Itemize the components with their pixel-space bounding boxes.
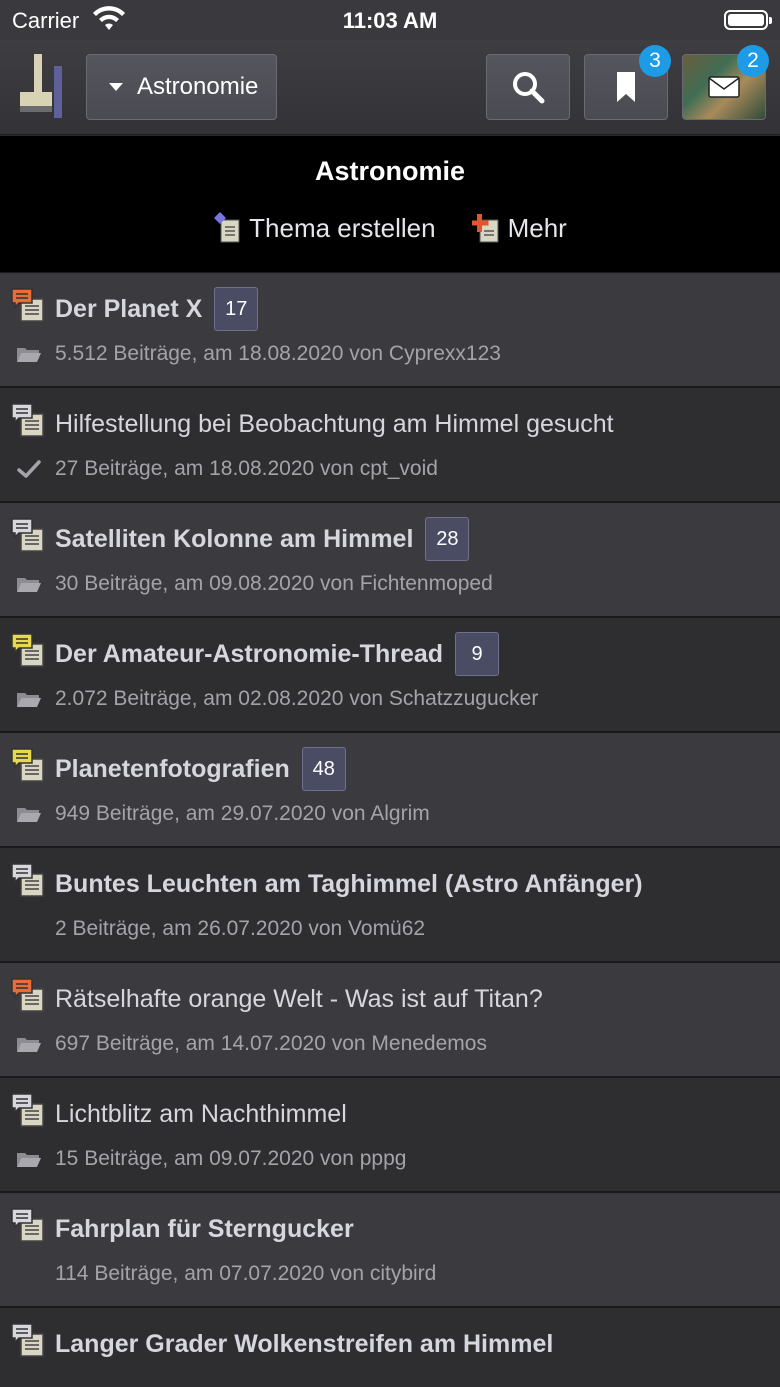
thread-meta-row: 15 Beiträge, am 09.07.2020 von pppg <box>16 1144 766 1174</box>
thread-meta-row: 697 Beiträge, am 14.07.2020 von Menedemo… <box>16 1029 766 1059</box>
clock: 11:03 AM <box>342 8 438 33</box>
more-button[interactable]: Mehr <box>471 212 567 244</box>
messages-avatar-button[interactable]: 2 <box>682 45 769 120</box>
thread-meta-row: 30 Beiträge, am 09.08.2020 von Fichtenmo… <box>16 569 766 599</box>
thread-bubble-icon <box>11 1323 44 1357</box>
bookmarks-badge: 3 <box>639 45 671 77</box>
thread-meta: 30 Beiträge, am 09.08.2020 von Fichtenmo… <box>55 572 493 595</box>
more-plus-icon <box>471 214 499 243</box>
thread-title-row: Rätselhafte orange Welt - Was ist auf Ti… <box>55 977 766 1021</box>
folder-icon <box>17 578 41 592</box>
thread-bubble-icon <box>11 863 44 897</box>
thread-title-row: Satelliten Kolonne am Himmel 28 <box>55 517 766 561</box>
create-topic-button[interactable]: Thema erstellen <box>213 212 436 244</box>
search-button[interactable] <box>486 54 570 120</box>
new-posts-badge[interactable]: 17 <box>214 287 259 331</box>
thread-meta-row: 2 Beiträge, am 26.07.2020 von Vomü62 <box>16 914 766 944</box>
caret-down-icon <box>109 83 123 91</box>
thread-row[interactable]: Planetenfotografien 48 949 Beiträge, am … <box>0 732 780 847</box>
thread-meta-row: 2.072 Beiträge, am 02.08.2020 von Schatz… <box>16 684 766 714</box>
thread-meta: 114 Beiträge, am 07.07.2020 von citybird <box>55 1262 437 1285</box>
thread-bubble-icon <box>11 748 44 782</box>
thread-meta: 697 Beiträge, am 14.07.2020 von Menedemo… <box>55 1032 487 1055</box>
thread-row[interactable]: Der Planet X 17 5.512 Beiträge, am 18.08… <box>0 272 780 387</box>
thread-title[interactable]: Rätselhafte orange Welt - Was ist auf Ti… <box>55 985 543 1014</box>
navigation-bar: Astronomie 3 2 <box>0 40 780 135</box>
thread-row[interactable]: Lichtblitz am Nachthimmel 15 Beiträge, a… <box>0 1077 780 1192</box>
thread-meta-row: 114 Beiträge, am 07.07.2020 von citybird <box>16 1259 766 1289</box>
thread-bubble-icon <box>11 978 44 1012</box>
thread-bubble-icon <box>11 1093 44 1127</box>
thread-meta: 27 Beiträge, am 18.08.2020 von cpt_void <box>55 457 438 480</box>
forum-selector-button[interactable]: Astronomie <box>86 54 277 120</box>
thread-row[interactable]: Buntes Leuchten am Taghimmel (Astro Anfä… <box>0 847 780 962</box>
thread-meta: 2.072 Beiträge, am 02.08.2020 von Schatz… <box>55 687 539 710</box>
thread-meta: 949 Beiträge, am 29.07.2020 von Algrim <box>55 802 430 825</box>
thread-row[interactable]: Satelliten Kolonne am Himmel 28 30 Beitr… <box>0 502 780 617</box>
forum-header: Astronomie Thema erstellen Mehr <box>0 136 780 272</box>
folder-icon <box>17 348 41 362</box>
thread-title[interactable]: Der Planet X <box>55 295 202 324</box>
thread-bubble-icon <box>11 518 44 552</box>
thread-title-row: Lichtblitz am Nachthimmel <box>55 1092 766 1136</box>
thread-title-row: Langer Grader Wolkenstreifen am Himmel <box>55 1322 766 1366</box>
thread-title-row: Der Planet X 17 <box>55 287 766 331</box>
thread-meta: 15 Beiträge, am 09.07.2020 von pppg <box>55 1147 407 1170</box>
thread-meta-row: 5.512 Beiträge, am 18.08.2020 von Cyprex… <box>16 339 766 369</box>
create-topic-label: Thema erstellen <box>249 212 436 243</box>
thread-meta: 2 Beiträge, am 26.07.2020 von Vomü62 <box>55 917 426 940</box>
messages-badge: 2 <box>737 45 769 77</box>
new-posts-badge[interactable]: 48 <box>301 747 346 791</box>
thread-row[interactable]: Langer Grader Wolkenstreifen am Himmel <box>0 1307 780 1387</box>
thread-meta-row: 949 Beiträge, am 29.07.2020 von Algrim <box>16 799 766 829</box>
thread-title-row: Buntes Leuchten am Taghimmel (Astro Anfä… <box>55 862 766 906</box>
thread-title[interactable]: Der Amateur-Astronomie-Thread <box>55 640 443 669</box>
thread-title[interactable]: Langer Grader Wolkenstreifen am Himmel <box>55 1330 553 1359</box>
new-posts-badge[interactable]: 9 <box>455 632 500 676</box>
thread-title[interactable]: Satelliten Kolonne am Himmel <box>55 525 413 554</box>
thread-title[interactable]: Lichtblitz am Nachthimmel <box>55 1100 347 1129</box>
bookmarks-button[interactable]: 3 <box>584 45 671 120</box>
thread-row[interactable]: Rätselhafte orange Welt - Was ist auf Ti… <box>0 962 780 1077</box>
thread-title[interactable]: Buntes Leuchten am Taghimmel (Astro Anfä… <box>55 870 643 899</box>
envelope-icon <box>708 76 740 98</box>
thread-row[interactable]: Der Amateur-Astronomie-Thread 9 2.072 Be… <box>0 617 780 732</box>
thread-bubble-icon <box>11 633 44 667</box>
battery-icon <box>724 10 772 30</box>
header-actions: Thema erstellen Mehr <box>0 212 780 244</box>
status-bar: Carrier 11:03 AM <box>0 0 780 40</box>
new-posts-badge[interactable]: 28 <box>425 517 470 561</box>
folder-icon <box>17 1153 41 1167</box>
thread-bubble-icon <box>11 403 44 437</box>
thread-title-row: Der Amateur-Astronomie-Thread 9 <box>55 632 766 676</box>
new-topic-icon <box>214 212 240 243</box>
app-logo[interactable] <box>20 54 64 120</box>
more-label: Mehr <box>507 212 567 243</box>
folder-icon <box>17 1038 41 1052</box>
checkmark-icon <box>17 460 41 478</box>
thread-meta-row: 27 Beiträge, am 18.08.2020 von cpt_void <box>16 454 766 484</box>
search-icon <box>513 72 545 104</box>
forum-selector-label: Astronomie <box>137 73 259 100</box>
folder-icon <box>17 693 41 707</box>
thread-bubble-icon <box>11 288 44 322</box>
folder-icon <box>17 808 41 822</box>
thread-title-row: Planetenfotografien 48 <box>55 747 766 791</box>
thread-row[interactable]: Hilfestellung bei Beobachtung am Himmel … <box>0 387 780 502</box>
thread-bubble-icon <box>11 1208 44 1242</box>
page-title: Astronomie <box>314 156 466 186</box>
thread-meta: 5.512 Beiträge, am 18.08.2020 von Cyprex… <box>55 342 501 365</box>
thread-title-row: Fahrplan für Sterngucker <box>55 1207 766 1251</box>
thread-list: Der Planet X 17 5.512 Beiträge, am 18.08… <box>0 272 780 1387</box>
thread-title[interactable]: Planetenfotografien <box>55 755 290 784</box>
thread-title[interactable]: Fahrplan für Sterngucker <box>55 1215 354 1244</box>
thread-row[interactable]: Fahrplan für Sterngucker 114 Beiträge, a… <box>0 1192 780 1307</box>
thread-title-row: Hilfestellung bei Beobachtung am Himmel … <box>55 402 766 446</box>
thread-title[interactable]: Hilfestellung bei Beobachtung am Himmel … <box>55 410 614 439</box>
bookmark-icon <box>617 72 635 102</box>
